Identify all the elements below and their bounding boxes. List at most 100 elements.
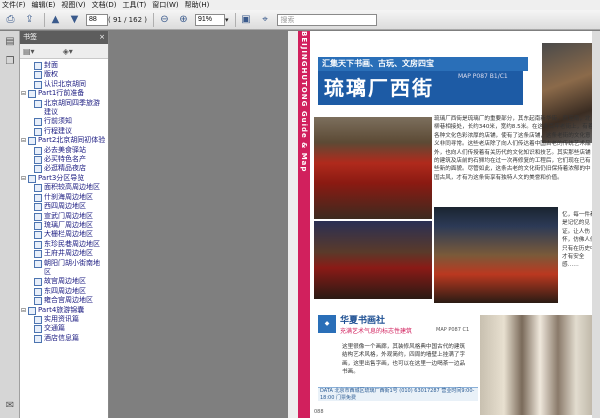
bookmark-label: Part2北京胡同初体验 xyxy=(38,136,106,145)
bookmark-item[interactable]: 宣武门周边地区 xyxy=(20,212,108,221)
menu-view[interactable]: 视图(V) xyxy=(61,0,85,10)
bookmark-item[interactable]: 酒店信息篇 xyxy=(20,334,108,343)
bookmark-item[interactable]: 封面 xyxy=(20,61,108,70)
menu-file[interactable]: 文件(F) xyxy=(2,0,26,10)
data-box: DATA 北京市西城区琉璃厂西街1号 (010) 63017287 营业时间9:… xyxy=(318,387,478,401)
bookmark-page-icon xyxy=(34,71,42,80)
bookmark-item[interactable]: 面积较高周边地区 xyxy=(20,183,108,193)
new-bookmark-icon[interactable]: ◈▾ xyxy=(63,47,73,56)
bookmark-item[interactable]: 版权 xyxy=(20,70,108,80)
bookmark-label: Part3分区导览 xyxy=(38,173,85,182)
expand-toggle-icon[interactable]: ⊟ xyxy=(20,89,27,98)
menu-tools[interactable]: 工具(T) xyxy=(123,0,147,10)
bookmark-label: 东四周边地区 xyxy=(44,286,86,295)
select-icon[interactable]: ⌖ xyxy=(258,12,273,27)
bookmark-page-icon xyxy=(34,278,42,287)
bookmark-item[interactable]: ⊟ Part2北京胡同初体验 xyxy=(20,136,108,146)
prev-page-icon[interactable]: ▲ xyxy=(48,12,63,27)
bookmark-label: 酒店信息篇 xyxy=(44,333,79,342)
bookmark-page-icon xyxy=(34,212,42,221)
bookmark-item[interactable]: 雍合宫周边地区 xyxy=(20,296,108,306)
bookmark-page-icon xyxy=(34,334,42,343)
gate-photo xyxy=(314,117,432,219)
menu-edit[interactable]: 编辑(E) xyxy=(32,0,56,10)
bookmark-label: 实用资讯篇 xyxy=(44,314,79,323)
bookmark-page-icon xyxy=(34,240,42,249)
pages-icon[interactable]: ▤ xyxy=(3,35,17,49)
bookmark-item[interactable]: 交通篇 xyxy=(20,324,108,334)
save-icon[interactable]: ▣ xyxy=(239,12,254,27)
bookmark-item[interactable]: 西四周边地区 xyxy=(20,202,108,212)
bookmark-item[interactable]: ⊟ Part1行前准备 xyxy=(20,89,108,99)
bookmark-page-icon xyxy=(28,306,36,315)
comments-icon[interactable]: ✉ xyxy=(3,399,17,413)
bookmark-item[interactable]: 北京胡同四季旅游建议 xyxy=(20,99,100,118)
print-icon[interactable]: ⎙ xyxy=(3,12,18,27)
menu-document[interactable]: 文档(D) xyxy=(92,0,117,10)
shop-photo xyxy=(434,207,558,303)
bookmark-label: 必逛精品夜店 xyxy=(44,164,86,173)
bookmark-item[interactable]: 朝阳门胡小街南地区 xyxy=(20,259,100,278)
bookmark-item[interactable]: 王府井周边地区 xyxy=(20,249,108,259)
toolbar-divider xyxy=(153,12,154,27)
bookmark-page-icon xyxy=(34,184,42,193)
bookmarks-icon[interactable]: ❐ xyxy=(3,55,17,69)
bookmark-item[interactable]: 什刹海周边地区 xyxy=(20,193,108,202)
bookmark-label: 宣武门周边地区 xyxy=(44,211,93,220)
share-icon[interactable]: ⇪ xyxy=(22,12,37,27)
bookmark-page-icon xyxy=(34,165,42,174)
toolbar-divider xyxy=(234,12,236,27)
bookmark-item[interactable]: 行前须知 xyxy=(20,117,108,127)
bookmark-item[interactable]: ⊟ Part3分区导览 xyxy=(20,174,108,183)
zoom-input[interactable] xyxy=(195,13,225,26)
zoom-dropdown-icon[interactable]: ▾ xyxy=(225,16,229,24)
article-body: 琉璃厂西街是琉璃厂的重要部分，其东起南新华街，西至南，北柳巷相接处，长约340米… xyxy=(434,116,594,181)
expand-toggle-icon[interactable]: ⊟ xyxy=(20,306,27,315)
page-number-input[interactable] xyxy=(86,13,108,26)
bookmark-page-icon xyxy=(34,156,42,165)
bookmark-label: 行前须知 xyxy=(44,117,72,126)
bookmark-item[interactable]: 认识北京胡同 xyxy=(20,80,108,89)
bookmark-item[interactable]: 琉璃厂周边地区 xyxy=(20,221,108,230)
bookmark-label: Part4旅游锦囊 xyxy=(38,305,85,314)
bookmark-label: 面积较高周边地区 xyxy=(44,183,100,192)
bookmark-page-icon xyxy=(34,231,42,240)
bookmark-label: 认识北京胡同 xyxy=(44,79,86,88)
menu-window[interactable]: 窗口(W) xyxy=(152,0,178,10)
toolbar-divider xyxy=(44,12,45,27)
bookmark-item[interactable]: 故宫周边地区 xyxy=(20,277,108,287)
bookmark-item[interactable]: 大栅栏周边地区 xyxy=(20,230,108,240)
bookmark-label: 北京胡同四季旅游建议 xyxy=(44,98,100,117)
bookmark-page-icon xyxy=(34,221,42,230)
expand-toggle-icon[interactable]: ⊟ xyxy=(20,136,27,145)
bookmark-page-icon xyxy=(34,250,42,259)
bookmark-label: 必去美食驿站 xyxy=(44,145,86,154)
document-area: BEIJINGHUTONG Guide & Map 汇集天下书画、古玩、文房四宝… xyxy=(110,31,600,418)
bookmark-item[interactable]: 东四周边地区 xyxy=(20,287,108,296)
next-page-icon[interactable]: ▼ xyxy=(67,12,82,27)
subsection-body: 这里很像一个画廊，其装修风格典中国古代的建筑结构艺术风格，外观简约，四周的墙壁上… xyxy=(342,344,466,376)
bookmark-page-icon xyxy=(34,118,42,127)
bookmark-item[interactable]: 实用资讯篇 xyxy=(20,315,108,324)
bookmark-label: 朝阳门胡小街南地区 xyxy=(44,258,100,276)
bookmark-item[interactable]: 必逛精品夜店 xyxy=(20,164,108,174)
bookmark-item[interactable]: 行程建议 xyxy=(20,127,108,136)
menu-help[interactable]: 帮助(H) xyxy=(185,0,210,10)
expand-toggle-icon[interactable]: ⊟ xyxy=(20,174,27,183)
vertical-scrollbar[interactable] xyxy=(592,31,600,418)
bookmarks-panel-header: 书签 × xyxy=(20,31,108,44)
close-icon[interactable]: × xyxy=(99,31,105,44)
page-number: 088 xyxy=(314,409,324,415)
bookmark-page-icon xyxy=(28,90,36,99)
bookmark-label: 东珍民巷周边地区 xyxy=(44,239,100,248)
zoom-out-icon[interactable]: ⊖ xyxy=(157,12,172,27)
bookmark-label: 版权 xyxy=(44,70,58,79)
bookmark-page-icon xyxy=(34,80,42,89)
toolbar: ⎙ ⇪ ▲ ▼ ( 91 / 162 ) ⊖ ⊕ ▾ ▣ ⌖ 搜索 xyxy=(0,10,600,30)
bookmark-item[interactable]: ⊟ Part4旅游锦囊 xyxy=(20,306,108,315)
bookmark-item[interactable]: 必去美食驿站 xyxy=(20,146,108,155)
zoom-in-icon[interactable]: ⊕ xyxy=(176,12,191,27)
search-input[interactable]: 搜索 xyxy=(276,13,377,26)
bookmark-item[interactable]: 东珍民巷周边地区 xyxy=(20,240,108,249)
options-icon[interactable]: ▤▾ xyxy=(23,47,35,56)
